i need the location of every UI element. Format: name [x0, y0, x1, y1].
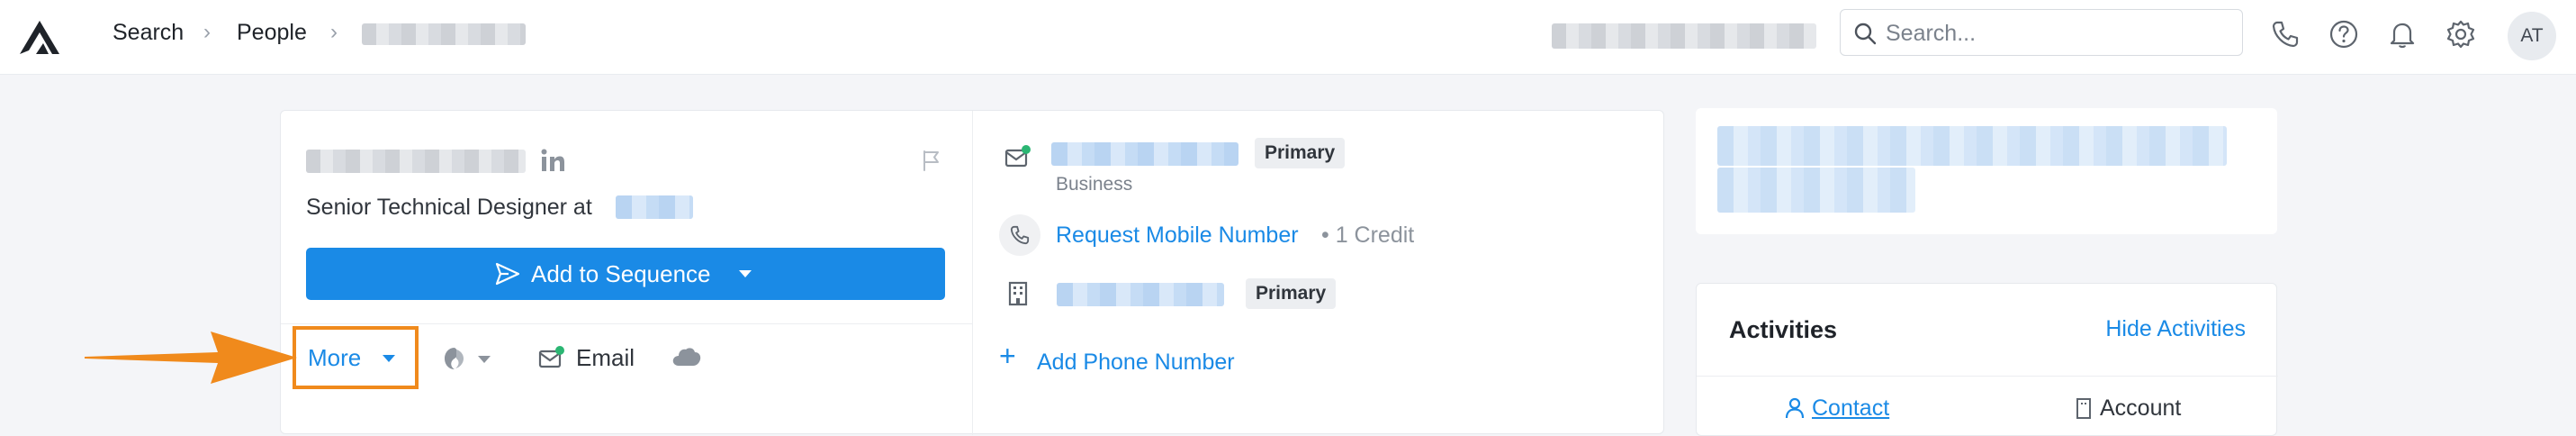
chevron-right-icon: › [203, 20, 211, 44]
plus-icon[interactable]: + [999, 341, 1016, 370]
more-button[interactable]: More [308, 344, 361, 372]
redacted-company[interactable] [616, 195, 693, 219]
credit-cost-label: • 1 Credit [1321, 223, 1415, 248]
tab-contact[interactable]: Contact [1812, 395, 1889, 422]
person-icon [1785, 397, 1805, 419]
email-button[interactable]: Email [576, 344, 635, 372]
envelope-icon [538, 346, 564, 368]
search-placeholder: Search... [1886, 21, 1977, 46]
redacted-company-detail [1717, 168, 1915, 213]
help-icon[interactable] [2328, 19, 2359, 50]
top-bar: Search › People › Search... AT [0, 0, 2576, 75]
hide-activities-link[interactable]: Hide Activities [2105, 316, 2246, 342]
flag-icon[interactable] [920, 149, 943, 172]
card-divider [972, 111, 973, 435]
caret-down-icon[interactable] [738, 269, 752, 278]
envelope-icon [1004, 145, 1031, 168]
breadcrumb-search[interactable]: Search [113, 20, 184, 46]
caret-down-icon[interactable] [382, 354, 396, 363]
send-icon [495, 262, 520, 286]
pointer-arrow-icon [85, 332, 297, 384]
bell-icon[interactable] [2387, 19, 2418, 50]
email-primary-badge: Primary [1255, 138, 1346, 168]
breadcrumb-redacted-name [362, 23, 526, 45]
search-input[interactable]: Search... [1840, 9, 2243, 56]
search-icon [1854, 23, 1877, 45]
activities-title: Activities [1729, 316, 1838, 343]
gear-icon[interactable] [2445, 19, 2476, 50]
building-icon [1008, 281, 1028, 306]
breadcrumb-people[interactable]: People [237, 20, 307, 46]
redacted-company-header [1717, 126, 2227, 166]
app-logo-icon[interactable] [18, 18, 61, 56]
user-avatar[interactable]: AT [2508, 12, 2556, 60]
activities-card: Activities Hide Activities Contact Accou… [1696, 283, 2278, 436]
redacted-person-name [306, 150, 526, 173]
redacted-phone-link[interactable] [1057, 283, 1224, 306]
phone-icon-wrapper [999, 214, 1040, 256]
redacted-email-link[interactable] [1051, 142, 1238, 166]
linkedin-icon[interactable] [540, 148, 565, 173]
building-icon [2076, 398, 2091, 419]
add-phone-number-link[interactable]: Add Phone Number [1037, 350, 1235, 376]
request-mobile-number-link[interactable]: Request Mobile Number [1056, 223, 1299, 249]
phone-icon [1010, 225, 1030, 245]
actions-divider [281, 323, 972, 324]
activities-divider [1697, 376, 2278, 377]
phone-primary-badge: Primary [1246, 278, 1337, 309]
cloud-icon[interactable] [671, 346, 702, 368]
job-title: Senior Technical Designer at [306, 195, 592, 220]
chevron-right-icon: › [330, 20, 338, 44]
tab-account[interactable]: Account [2100, 395, 2181, 422]
add-to-sequence-label: Add to Sequence [531, 260, 711, 287]
caret-down-icon[interactable] [477, 355, 491, 364]
add-to-sequence-button[interactable]: Add to Sequence [306, 248, 945, 300]
email-type-label: Business [1056, 174, 1133, 195]
salesforce-sync-icon[interactable] [441, 345, 468, 372]
redacted-company-card [1696, 108, 2277, 234]
redacted-account-info [1552, 23, 1816, 49]
phone-icon[interactable] [2270, 19, 2301, 50]
